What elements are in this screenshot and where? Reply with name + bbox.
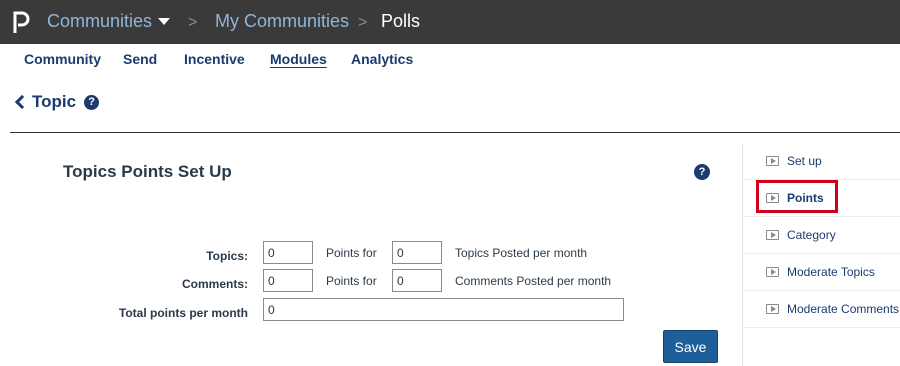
panel-title: Topics Points Set Up [63, 162, 232, 181]
sign-in-icon [766, 304, 779, 314]
total-points-label: Total points per month [118, 306, 248, 320]
breadcrumb-my-communities[interactable]: My Communities [215, 10, 349, 32]
comments-label: Comments: [181, 277, 248, 291]
divider [10, 132, 900, 133]
comments-points-input[interactable] [263, 269, 313, 292]
sidebar-item-moderate-topics[interactable]: Moderate Topics [744, 254, 900, 291]
help-icon[interactable]: ? [694, 164, 710, 180]
selection-highlight [756, 180, 838, 213]
back-link[interactable]: Topic ? [14, 92, 100, 112]
points-for-label: Points for [326, 246, 377, 260]
points-for-label: Points for [326, 274, 377, 288]
topics-label: Topics: [206, 249, 248, 263]
tab-analytics[interactable]: Analytics [351, 51, 413, 67]
sidebar-item-label: Set up [787, 154, 822, 168]
save-button[interactable]: Save [663, 330, 718, 363]
sidebar-divider [742, 143, 743, 366]
sign-in-icon [766, 267, 779, 277]
module-tabs: Community Send Incentive Modules Analyti… [0, 44, 900, 74]
sidebar-item-label: Category [787, 228, 836, 242]
comments-suffix-label: Comments Posted per month [455, 274, 612, 288]
sign-in-icon [766, 156, 779, 166]
topics-suffix-label: Topics Posted per month [455, 246, 588, 260]
tab-modules[interactable]: Modules [270, 51, 327, 67]
page-title: Topic [32, 92, 77, 111]
comments-count-input[interactable] [392, 269, 442, 292]
sidebar-item-category[interactable]: Category [744, 217, 900, 254]
sidebar-item-moderate-comments[interactable]: Moderate Comments [744, 291, 900, 328]
sign-in-icon [766, 230, 779, 240]
tab-community[interactable]: Community [24, 51, 101, 67]
sidebar-item-setup[interactable]: Set up [744, 143, 900, 180]
top-bar: Communities > My Communities > Polls [0, 0, 900, 44]
sidebar-item-label: Moderate Comments [787, 302, 900, 316]
breadcrumb-separator: > [188, 14, 198, 31]
topics-count-input[interactable] [392, 241, 442, 264]
total-points-input[interactable] [263, 298, 624, 321]
topics-points-input[interactable] [263, 241, 313, 264]
tab-send[interactable]: Send [123, 51, 157, 67]
chevron-left-icon [14, 94, 30, 110]
breadcrumb-polls: Polls [381, 11, 421, 31]
sidebar-item-label: Moderate Topics [787, 265, 875, 279]
chevron-down-icon[interactable] [158, 18, 170, 25]
tab-incentive[interactable]: Incentive [184, 51, 245, 67]
help-icon[interactable]: ? [84, 94, 100, 110]
app-logo-icon[interactable] [12, 9, 30, 35]
breadcrumb-separator: > [358, 14, 368, 31]
breadcrumb-communities[interactable]: Communities [47, 10, 152, 32]
